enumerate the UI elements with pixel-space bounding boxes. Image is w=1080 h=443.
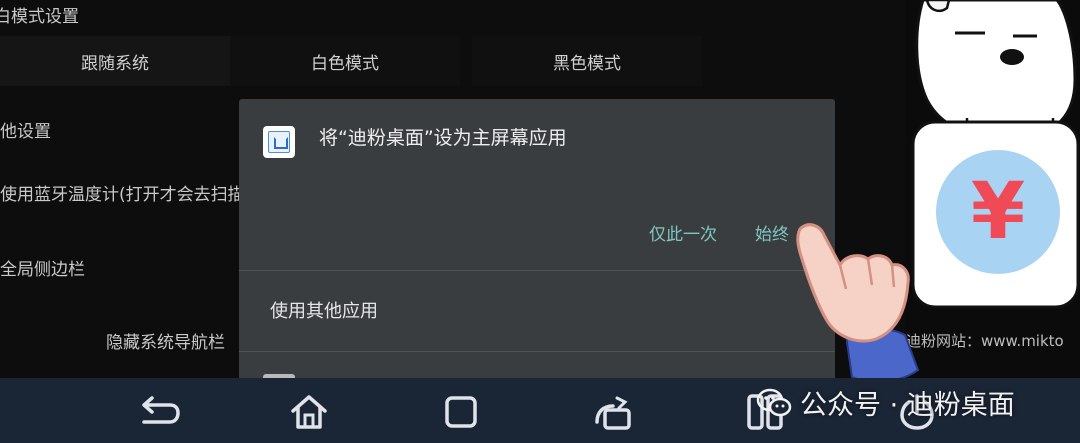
divider xyxy=(239,351,835,352)
wechat-icon xyxy=(756,388,792,416)
bear-sticker: ¥ xyxy=(911,0,1080,309)
home-icon xyxy=(291,395,327,429)
sticker-panel: ¥ xyxy=(905,0,1080,378)
theme-option-light[interactable]: 白色模式 xyxy=(230,36,460,86)
theme-option-label: 跟随系统 xyxy=(81,53,149,74)
recents-icon xyxy=(445,396,477,428)
theme-section-title: 白模式设置 xyxy=(0,7,79,27)
theme-option-label: 黑色模式 xyxy=(553,53,621,74)
pointing-hand-icon xyxy=(796,223,920,383)
back-button[interactable] xyxy=(135,390,183,434)
screenshot-icon xyxy=(595,396,631,430)
theme-option-dark[interactable]: 黑色模式 xyxy=(472,36,702,86)
just-once-button[interactable]: 仅此一次 xyxy=(649,220,717,245)
divider xyxy=(239,270,835,271)
default-launcher-dialog: 将“迪粉桌面”设为主屏幕应用 仅此一次 始终 使用其他应用 xyxy=(239,99,835,389)
theme-option-label: 白色模式 xyxy=(311,53,379,74)
dialog-title: 将“迪粉桌面”设为主屏幕应用 xyxy=(319,127,567,149)
back-icon xyxy=(142,396,180,424)
theme-option-follow-system[interactable]: 跟随系统 xyxy=(0,36,230,86)
launcher-app-icon xyxy=(263,126,295,158)
other-section-title: 他设置 xyxy=(0,122,51,142)
bluetooth-thermometer-item[interactable]: 使用蓝牙温度计(打开才会去扫描 xyxy=(0,180,245,205)
use-other-app-button[interactable]: 使用其他应用 xyxy=(270,297,378,323)
svg-text:¥: ¥ xyxy=(971,167,1025,257)
global-sidebar-item[interactable]: 全局侧边栏 xyxy=(0,255,85,280)
home-button[interactable] xyxy=(285,390,333,434)
hide-nav-bar-item[interactable]: 隐藏系统导航栏 xyxy=(106,328,225,353)
watermark-text: 公众号 · 迪粉桌面 xyxy=(800,390,1015,421)
watermark: 公众号 · 迪粉桌面 xyxy=(756,383,1015,422)
screenshot-button[interactable] xyxy=(589,390,637,434)
recents-button[interactable] xyxy=(437,390,485,434)
